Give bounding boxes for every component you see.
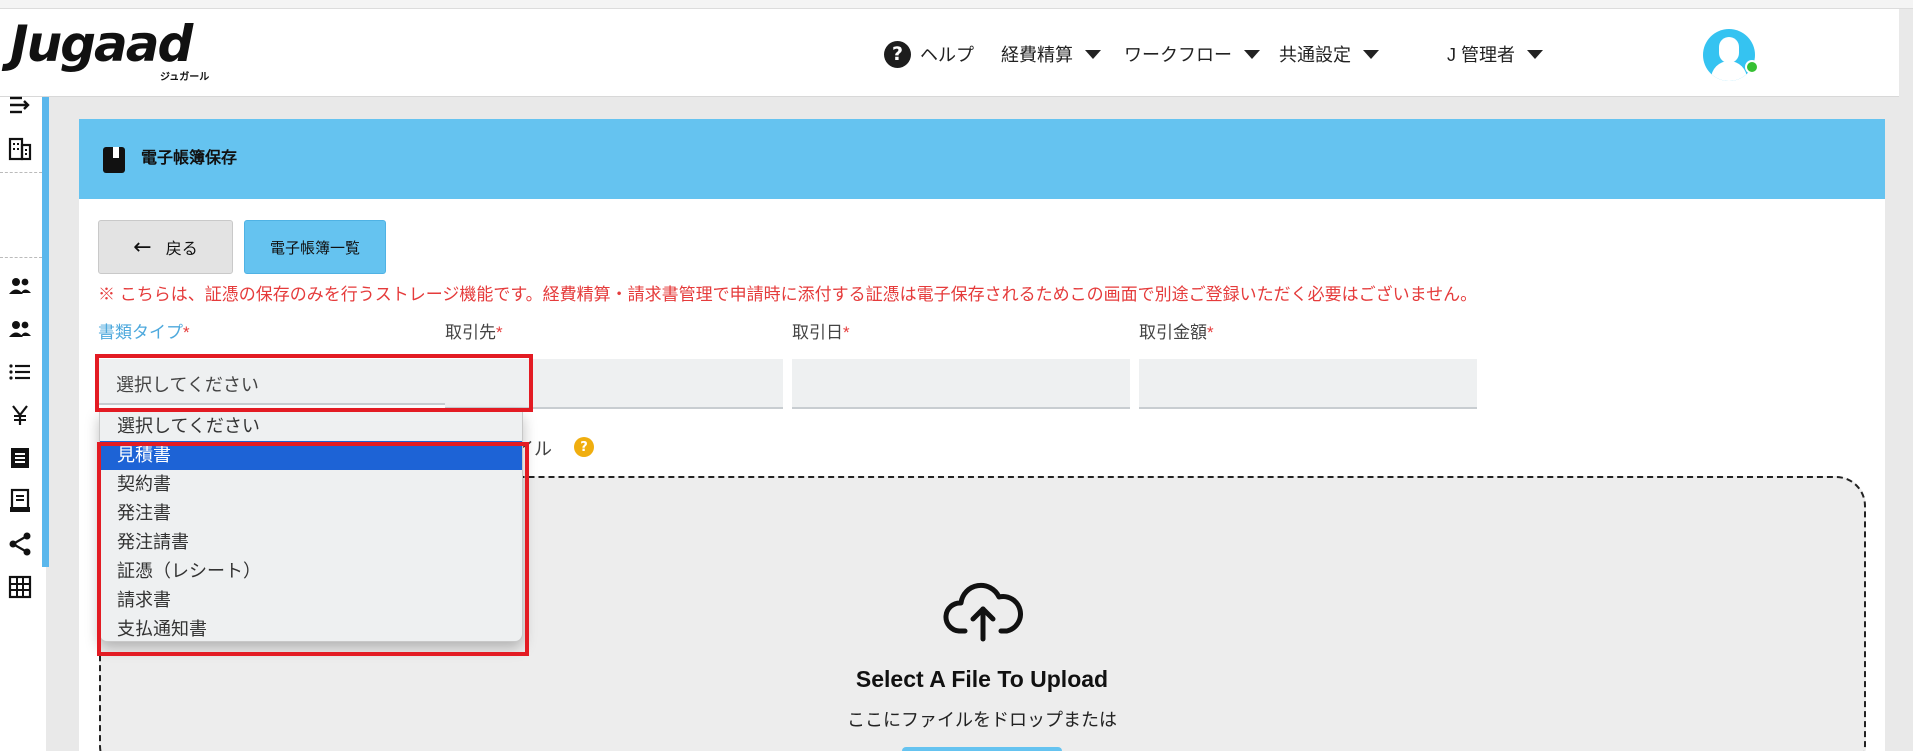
book-icon <box>103 147 125 173</box>
logo-text: Jugaad <box>10 15 193 73</box>
building-icon[interactable] <box>5 134 35 164</box>
partner-label-text: 取引先 <box>445 323 496 342</box>
dropzone-title: Select A File To Upload <box>855 666 1109 692</box>
sidebar-divider <box>0 172 42 173</box>
amount-label: 取引金額* <box>1139 322 1214 344</box>
menu-expense[interactable]: 経費精算 <box>1001 39 1101 69</box>
menu-workflow-label: ワークフロー <box>1124 45 1232 65</box>
avatar-body <box>1711 61 1747 81</box>
required-mark: * <box>496 323 503 342</box>
back-button-label: 戻る <box>165 241 198 258</box>
required-mark: * <box>1207 323 1214 342</box>
option-placeholder[interactable]: 選択してください <box>100 412 522 441</box>
user-avatar[interactable] <box>1703 29 1755 81</box>
receipt-icon[interactable] <box>5 443 35 473</box>
question-circle-icon: ? <box>884 40 911 68</box>
user-menu[interactable]: J 管理者 <box>1447 39 1544 69</box>
avatar-head <box>1719 37 1739 63</box>
ebook-list-button[interactable]: 電子帳簿一覧 <box>244 220 386 274</box>
menu-expense-label: 経費精算 <box>1001 45 1073 65</box>
back-button[interactable]: ← 戻る <box>98 220 233 274</box>
choose-file-button[interactable] <box>902 747 1062 751</box>
menu-common-label: 共通設定 <box>1279 45 1351 65</box>
menu-common-settings[interactable]: 共通設定 <box>1279 39 1379 69</box>
caret-down-icon <box>1244 49 1260 59</box>
sidebar-active-edge <box>42 97 49 567</box>
date-input[interactable] <box>792 359 1130 409</box>
invoice-icon[interactable] <box>5 486 35 516</box>
question-help-icon[interactable]: ? <box>574 437 594 457</box>
help-label: ヘルプ <box>920 45 974 65</box>
arrow-left-icon: ← <box>133 234 152 260</box>
online-status-dot <box>1745 60 1759 74</box>
required-mark: * <box>183 323 190 342</box>
ebook-list-label: 電子帳簿一覧 <box>269 239 360 257</box>
amount-input[interactable] <box>1139 359 1477 409</box>
group-icon[interactable] <box>5 314 35 344</box>
page-title: 電子帳簿保存 <box>141 150 238 167</box>
sidebar-toggle-icon[interactable] <box>5 90 35 120</box>
date-label-text: 取引日 <box>792 323 843 342</box>
grid-icon[interactable] <box>5 572 35 602</box>
highlight-select-box <box>95 354 533 412</box>
card-header: 電子帳簿保存 <box>79 119 1885 199</box>
list-icon[interactable] <box>5 357 35 387</box>
caret-down-icon <box>1363 49 1379 59</box>
storage-notice: ※ こちらは、証憑の保存のみを行うストレージ機能です。経費精算・請求書管理で申請… <box>98 285 1478 304</box>
caret-down-icon <box>1085 49 1101 59</box>
highlight-options-box <box>97 442 529 656</box>
logo-kana: ジュガール <box>160 72 210 83</box>
user-name: J 管理者 <box>1447 45 1516 65</box>
menu-workflow[interactable]: ワークフロー <box>1124 39 1260 69</box>
users-icon[interactable] <box>5 271 35 301</box>
amount-label-text: 取引金額 <box>1139 323 1207 342</box>
caret-down-icon <box>1527 49 1544 59</box>
yen-icon[interactable] <box>5 400 35 430</box>
top-strip <box>0 0 1913 9</box>
share-icon[interactable] <box>5 529 35 559</box>
cloud-upload-icon <box>943 575 1023 645</box>
help-link[interactable]: ? ヘルプ <box>884 39 974 69</box>
sidebar <box>0 96 49 751</box>
sidebar-divider <box>0 257 42 258</box>
doc-type-label: 書類タイプ* <box>98 322 190 344</box>
date-label: 取引日* <box>792 322 850 344</box>
required-mark: * <box>843 323 850 342</box>
app-header: Jugaad ジュガール ? ヘルプ 経費精算 ワークフロー 共通設定 J 管理… <box>0 9 1899 97</box>
app-logo[interactable]: Jugaad ジュガール <box>10 15 215 83</box>
dropzone-subtitle: ここにファイルをドロップまたは <box>847 710 1117 730</box>
doc-type-label-text: 書類タイプ <box>98 323 183 342</box>
partner-label: 取引先* <box>445 322 503 344</box>
